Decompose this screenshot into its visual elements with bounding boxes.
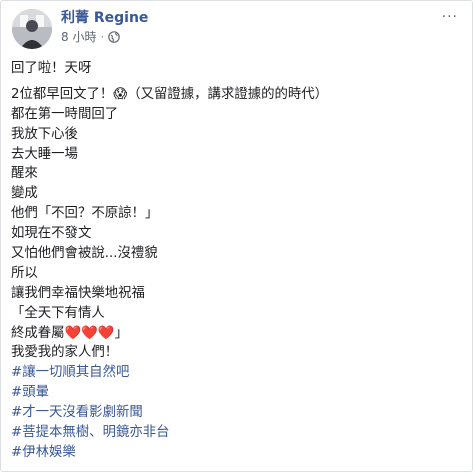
post-line: 我愛我的家人們！	[11, 345, 119, 361]
author-name-link[interactable]: 利菁 Regine	[61, 9, 148, 27]
post-line: 醒來	[11, 166, 38, 182]
hashtag-link[interactable]: #頭暈	[11, 385, 49, 400]
hashtag-link[interactable]: #菩提本無樹、明鏡亦非台	[11, 425, 170, 440]
post-line: 回了啦！天呀	[11, 61, 92, 76]
meta-separator: ·	[100, 30, 105, 44]
post-line: 變成	[11, 186, 38, 202]
post-line: 去大睡一場	[11, 146, 78, 162]
profile-photo-icon	[12, 9, 52, 49]
post-body: 回了啦！天呀 2位都早回文了！😱（又留證據，講求證據的的時代） 都在第一時間回了…	[11, 59, 461, 463]
timestamp-link[interactable]: 8 小時	[61, 29, 96, 45]
post-line: 所以	[11, 265, 38, 281]
post-line: 2位都早回文了！😱（又留證據，講求證據的的時代）	[11, 86, 329, 102]
post-meta: 8 小時 ·	[61, 29, 121, 45]
post-line: 我放下心後	[11, 126, 78, 142]
avatar[interactable]	[12, 9, 52, 49]
more-options-icon[interactable]: ···	[442, 9, 458, 25]
post-line: 讓我們幸福快樂地祝福	[11, 285, 145, 301]
post-card: 利菁 Regine 8 小時 · ··· 回了啦！天呀 2位都早回文了！😱（又留…	[0, 0, 473, 472]
hashtag-link[interactable]: #讓一切順其自然吧	[11, 365, 129, 380]
hashtag-link[interactable]: #伊林娛樂	[11, 445, 76, 460]
post-line: 如現在不發文	[11, 226, 92, 242]
post-line: 他們「不回？不原諒！」	[11, 206, 159, 222]
hashtag-link[interactable]: #才一天沒看影劇新聞	[11, 405, 143, 420]
post-line: 終成眷屬❤️❤️❤️」	[11, 325, 128, 341]
post-line: 「全天下有情人	[11, 305, 105, 321]
post-line: 都在第一時間回了	[11, 106, 119, 122]
globe-icon[interactable]	[108, 31, 121, 43]
post-line: 又怕他們會被說...沒禮貌	[11, 246, 158, 262]
